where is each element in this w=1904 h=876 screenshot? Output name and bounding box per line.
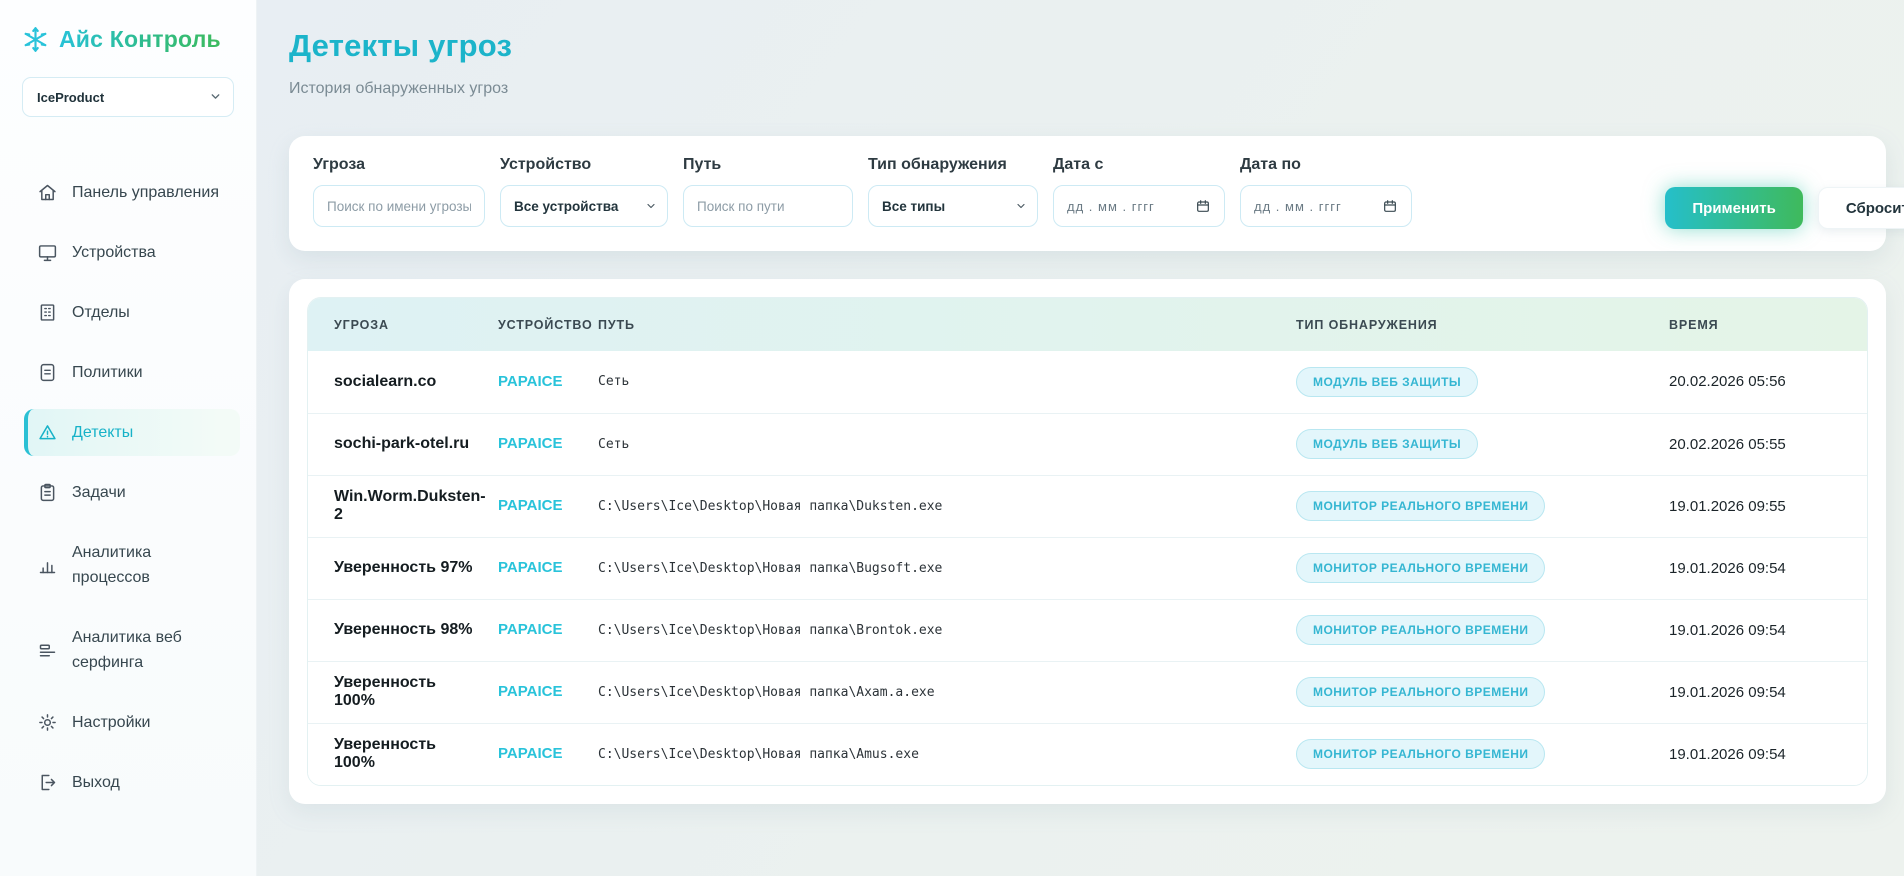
threat-search-input[interactable] — [313, 185, 485, 227]
threat-path: C:\Users\Ice\Desktop\Новая папка\Amus.ex… — [588, 723, 1286, 785]
threat-path: Сеть — [588, 351, 1286, 413]
detection-type-badge: МОНИТОР РЕАЛЬНОГО ВРЕМЕНИ — [1296, 677, 1545, 707]
detections-table: УГРОЗА УСТРОЙСТВО ПУТЬ ТИП ОБНАРУЖЕНИЯ В… — [308, 298, 1867, 785]
apply-button[interactable]: Применить — [1665, 187, 1802, 229]
brand-title: Айс Контроль — [59, 26, 221, 53]
date-from-input[interactable]: дд . мм . гггг — [1053, 185, 1225, 227]
date-from-label: Дата с — [1053, 156, 1225, 174]
home-icon — [37, 182, 58, 203]
table-row[interactable]: Уверенность 100% PAPAICE C:\Users\Ice\De… — [308, 723, 1867, 785]
table-row[interactable]: sochi-park-otel.ru PAPAICE Сеть МОДУЛЬ В… — [308, 413, 1867, 475]
device-link[interactable]: PAPAICE — [498, 621, 562, 638]
detection-type-badge: МОНИТОР РЕАЛЬНОГО ВРЕМЕНИ — [1296, 615, 1545, 645]
detection-type-badge: МОНИТОР РЕАЛЬНОГО ВРЕМЕНИ — [1296, 553, 1545, 583]
gear-icon — [37, 712, 58, 733]
document-icon — [37, 362, 58, 383]
building-icon — [37, 302, 58, 323]
detection-time: 19.01.2026 09:54 — [1659, 661, 1867, 723]
snowflake-icon — [22, 26, 49, 53]
column-header-threat: УГРОЗА — [308, 298, 488, 351]
filter-bar: Угроза Устройство Все устройства Путь Ти… — [289, 136, 1886, 251]
device-select[interactable]: Все устройства — [500, 185, 668, 227]
sidebar-item-tasks[interactable]: Задачи — [24, 469, 240, 516]
date-to-label: Дата по — [1240, 156, 1412, 174]
detection-type-badge: МОНИТОР РЕАЛЬНОГО ВРЕМЕНИ — [1296, 739, 1545, 769]
detection-time: 19.01.2026 09:54 — [1659, 723, 1867, 785]
threat-name: socialearn.co — [308, 351, 488, 413]
table-row[interactable]: socialearn.co PAPAICE Сеть МОДУЛЬ ВЕБ ЗА… — [308, 351, 1867, 413]
sidebar-item-process-analytics[interactable]: Аналитика процессов — [24, 529, 240, 601]
detection-time: 19.01.2026 09:55 — [1659, 475, 1867, 537]
threat-name: Уверенность 100% — [308, 723, 488, 785]
sidebar-item-dashboard[interactable]: Панель управления — [24, 169, 240, 216]
detection-type-select[interactable]: Все типы — [868, 185, 1038, 227]
alert-triangle-icon — [37, 422, 58, 443]
brand: Айс Контроль — [0, 26, 256, 53]
table-row[interactable]: Уверенность 100% PAPAICE C:\Users\Ice\De… — [308, 661, 1867, 723]
device-link[interactable]: PAPAICE — [498, 559, 562, 576]
device-link[interactable]: PAPAICE — [498, 683, 562, 700]
threat-name: sochi-park-otel.ru — [308, 413, 488, 475]
main-content: Детекты угроз История обнаруженных угроз… — [257, 0, 1904, 876]
table-header-row: УГРОЗА УСТРОЙСТВО ПУТЬ ТИП ОБНАРУЖЕНИЯ В… — [308, 298, 1867, 351]
sidebar-item-devices[interactable]: Устройства — [24, 229, 240, 276]
page-title: Детекты угроз — [289, 28, 1886, 64]
calendar-icon — [1195, 198, 1211, 214]
threat-name: Уверенность 100% — [308, 661, 488, 723]
threat-filter-label: Угроза — [313, 156, 485, 174]
sidebar-nav: Панель управления Устройства Отделы Поли… — [0, 169, 256, 806]
column-header-path: ПУТЬ — [588, 298, 1286, 351]
table-row[interactable]: Win.Worm.Duksten-2 PAPAICE C:\Users\Ice\… — [308, 475, 1867, 537]
threat-path: C:\Users\Ice\Desktop\Новая папка\Brontok… — [588, 599, 1286, 661]
sidebar-item-departments[interactable]: Отделы — [24, 289, 240, 336]
type-filter-label: Тип обнаружения — [868, 156, 1038, 174]
page-subtitle: История обнаруженных угроз — [289, 80, 1886, 98]
detection-time: 20.02.2026 05:55 — [1659, 413, 1867, 475]
product-select[interactable]: IceProduct — [22, 77, 234, 117]
table-row[interactable]: Уверенность 97% PAPAICE C:\Users\Ice\Des… — [308, 537, 1867, 599]
table-row[interactable]: Уверенность 98% PAPAICE C:\Users\Ice\Des… — [308, 599, 1867, 661]
path-filter-label: Путь — [683, 156, 853, 174]
threat-name: Уверенность 97% — [308, 537, 488, 599]
threat-path: C:\Users\Ice\Desktop\Новая папка\Duksten… — [588, 475, 1286, 537]
device-link[interactable]: PAPAICE — [498, 373, 562, 390]
sidebar-item-web-analytics[interactable]: Аналитика веб серфинга — [24, 614, 240, 686]
reset-button[interactable]: Сбросить — [1818, 187, 1904, 229]
sidebar-item-detects[interactable]: Детекты — [24, 409, 240, 456]
sidebar: Айс Контроль IceProduct Панель управлени… — [0, 0, 257, 876]
bar-chart-icon — [37, 555, 58, 576]
device-link[interactable]: PAPAICE — [498, 745, 562, 762]
device-filter-label: Устройство — [500, 156, 668, 174]
detection-type-badge: МОДУЛЬ ВЕБ ЗАЩИТЫ — [1296, 429, 1478, 459]
threat-path: Сеть — [588, 413, 1286, 475]
monitor-icon — [37, 242, 58, 263]
threat-name: Win.Worm.Duksten-2 — [308, 475, 488, 537]
threat-path: C:\Users\Ice\Desktop\Новая папка\Bugsoft… — [588, 537, 1286, 599]
path-search-input[interactable] — [683, 185, 853, 227]
detections-table-card: УГРОЗА УСТРОЙСТВО ПУТЬ ТИП ОБНАРУЖЕНИЯ В… — [289, 279, 1886, 804]
detection-time: 19.01.2026 09:54 — [1659, 537, 1867, 599]
date-to-input[interactable]: дд . мм . гггг — [1240, 185, 1412, 227]
calendar-icon — [1382, 198, 1398, 214]
sidebar-item-settings[interactable]: Настройки — [24, 699, 240, 746]
threat-path: C:\Users\Ice\Desktop\Новая папка\Axam.a.… — [588, 661, 1286, 723]
column-header-time: ВРЕМЯ — [1659, 298, 1867, 351]
sidebar-item-policies[interactable]: Политики — [24, 349, 240, 396]
threat-name: Уверенность 98% — [308, 599, 488, 661]
device-link[interactable]: PAPAICE — [498, 435, 562, 452]
column-header-type: ТИП ОБНАРУЖЕНИЯ — [1286, 298, 1659, 351]
detection-type-badge: МОНИТОР РЕАЛЬНОГО ВРЕМЕНИ — [1296, 491, 1545, 521]
device-link[interactable]: PAPAICE — [498, 497, 562, 514]
detection-time: 20.02.2026 05:56 — [1659, 351, 1867, 413]
column-header-device: УСТРОЙСТВО — [488, 298, 588, 351]
web-analytics-icon — [37, 640, 58, 661]
detection-type-badge: МОДУЛЬ ВЕБ ЗАЩИТЫ — [1296, 367, 1478, 397]
detection-time: 19.01.2026 09:54 — [1659, 599, 1867, 661]
logout-icon — [37, 772, 58, 793]
clipboard-icon — [37, 482, 58, 503]
sidebar-item-logout[interactable]: Выход — [24, 759, 240, 806]
